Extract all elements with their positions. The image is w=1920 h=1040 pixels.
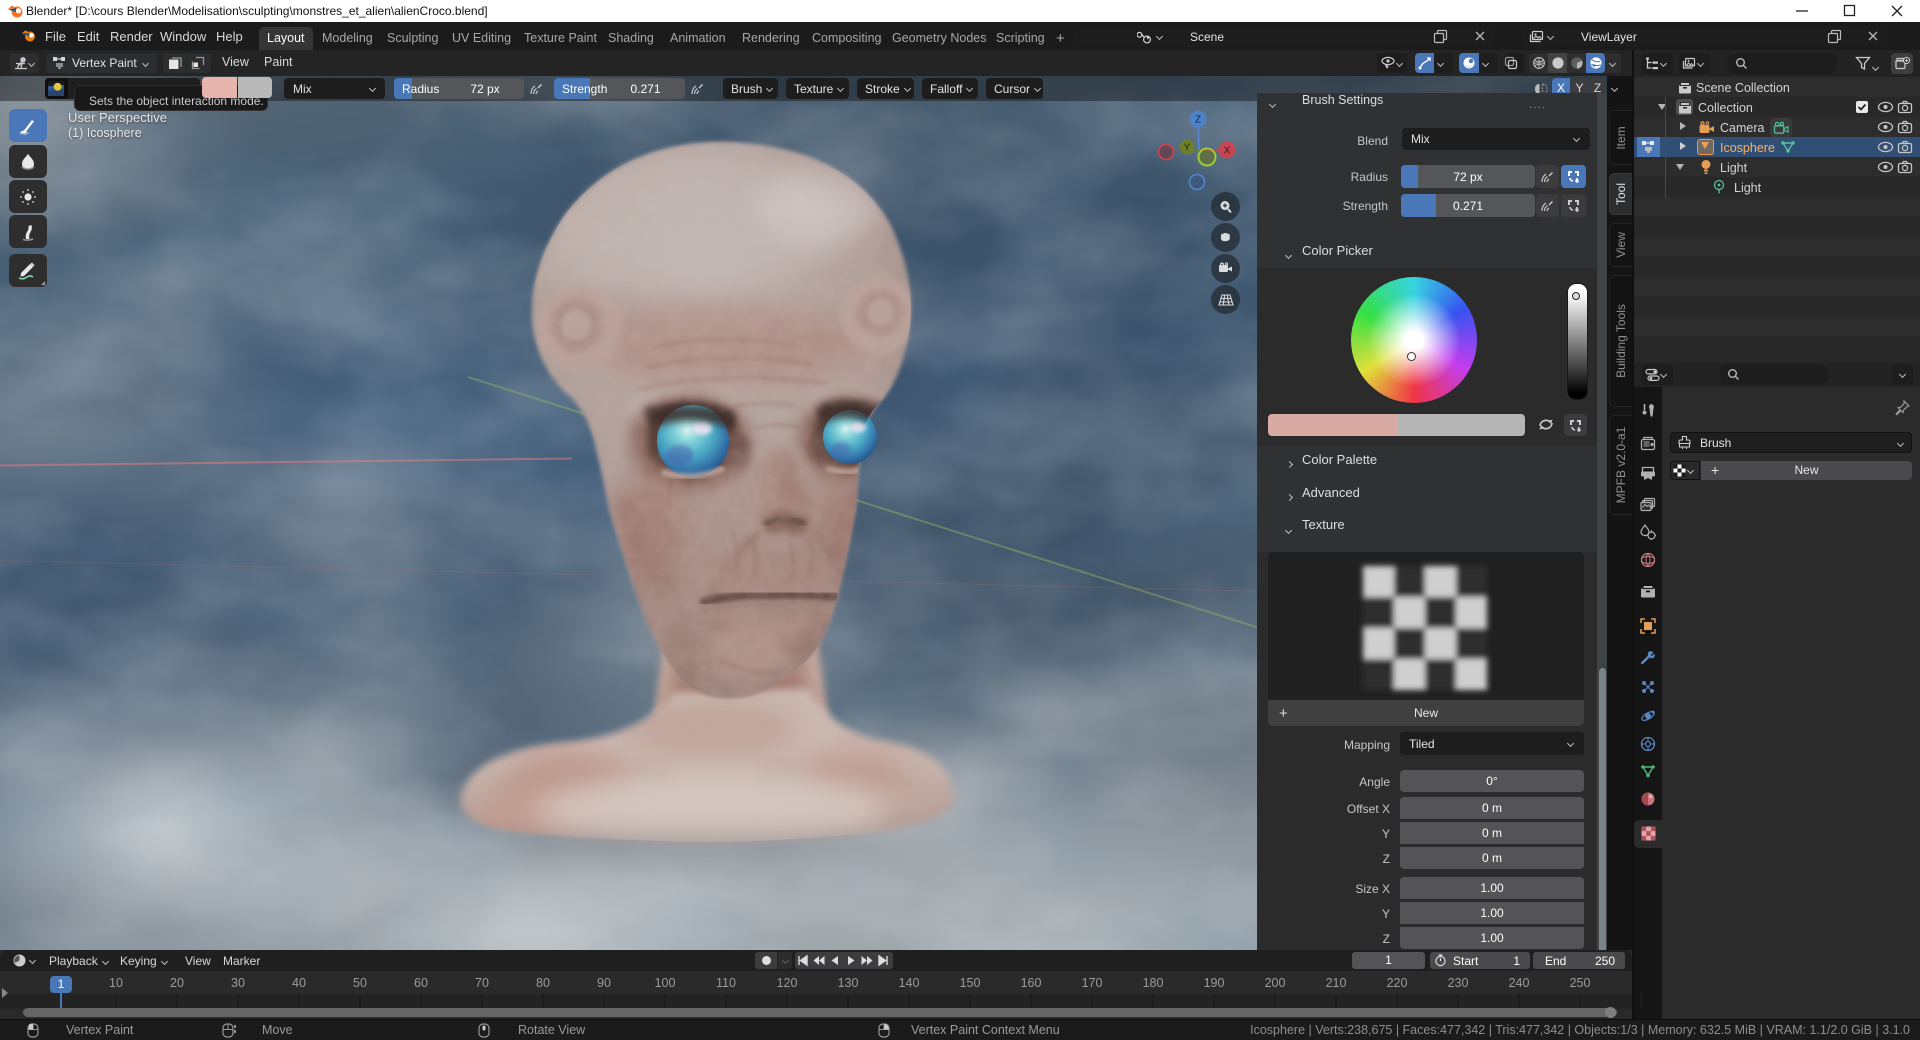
svg-text:Z: Z	[1195, 115, 1201, 126]
svg-text:Y: Y	[1184, 143, 1191, 154]
svg-text:X: X	[1224, 146, 1231, 157]
